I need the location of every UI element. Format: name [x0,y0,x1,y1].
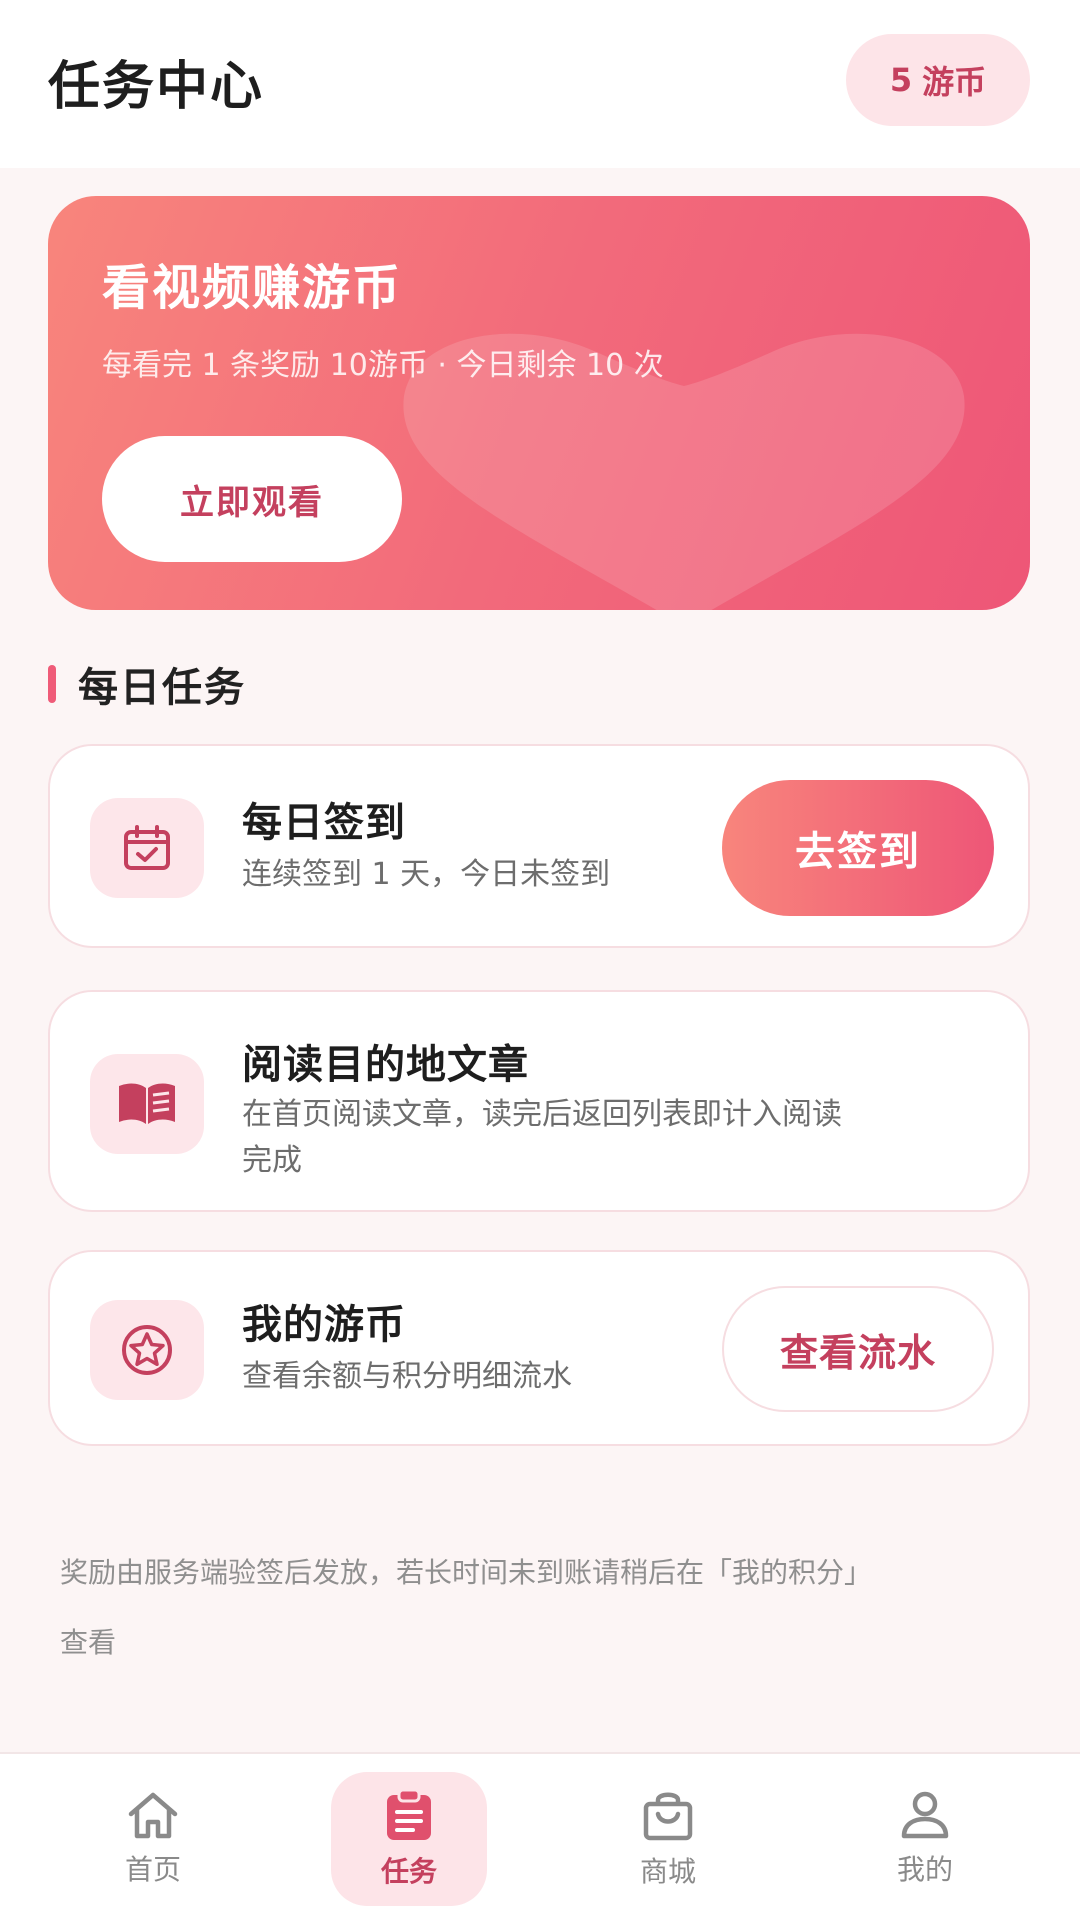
tab-mall[interactable]: 商城 [590,1772,746,1906]
shopping-bag-icon [643,1792,693,1841]
tab-profile[interactable]: 我的 [847,1772,1003,1906]
task-card-read-articles[interactable]: 阅读目的地文章 在首页阅读文章，读完后返回列表即计入阅读 完成 [48,990,1030,1212]
tab-label: 商城 [639,1855,696,1888]
daily-tasks-header: 每日任务 [48,654,246,714]
star-coin-icon [90,1300,204,1400]
task-desc: 查看余额与积分明细流水 [242,1359,572,1394]
tab-label: 任务 [380,1855,437,1888]
coin-balance-badge[interactable]: 5 游币 [846,34,1030,126]
reward-notice: 奖励由服务端验签后发放，若长时间未到账请稍后在「我的积分」 查看 [60,1538,1020,1678]
watch-now-button[interactable]: 立即观看 [102,436,402,562]
tab-label: 我的 [896,1853,953,1886]
calendar-check-icon [90,798,204,898]
coin-balance-unit: 游币 [922,63,987,101]
task-desc-line2: 完成 [242,1143,302,1178]
task-title: 阅读目的地文章 [242,1042,529,1088]
banner-subtitle: 每看完 1 条奖励 10游币 · 今日剩余 10 次 [102,348,664,383]
banner-title: 看视频赚游币 [102,260,403,316]
task-card-my-coins: 我的游币 查看余额与积分明细流水 查看流水 [48,1250,1030,1446]
coin-balance-value: 5 [889,61,913,99]
clipboard-icon [387,1788,431,1840]
tab-home[interactable]: 首页 [75,1772,231,1906]
task-card-checkin: 每日签到 连续签到 1 天，今日未签到 去签到 [48,744,1030,948]
task-title: 每日签到 [242,800,406,846]
view-transactions-button[interactable]: 查看流水 [722,1286,994,1412]
open-book-icon [90,1054,204,1154]
tab-tasks[interactable]: 任务 [331,1772,487,1906]
notice-line1: 奖励由服务端验签后发放，若长时间未到账请稍后在「我的积分」 [60,1556,873,1589]
section-accent-bar [48,665,56,703]
tab-label: 首页 [124,1853,181,1886]
user-icon [901,1791,949,1839]
task-desc-line1: 在首页阅读文章，读完后返回列表即计入阅读 [242,1097,842,1132]
header: 任务中心 5 游币 [0,0,1080,168]
home-icon [128,1792,178,1839]
watch-video-banner: 看视频赚游币 每看完 1 条奖励 10游币 · 今日剩余 10 次 立即观看 [48,196,1030,610]
task-desc: 连续签到 1 天，今日未签到 [242,857,611,892]
task-title: 我的游币 [242,1302,406,1348]
notice-line2: 查看 [60,1626,117,1659]
page-title: 任务中心 [48,57,265,117]
checkin-button[interactable]: 去签到 [722,780,994,916]
section-title: 每日任务 [78,665,246,711]
bottom-tab-bar: 首页 任务 商城 我的 [0,1752,1080,1920]
